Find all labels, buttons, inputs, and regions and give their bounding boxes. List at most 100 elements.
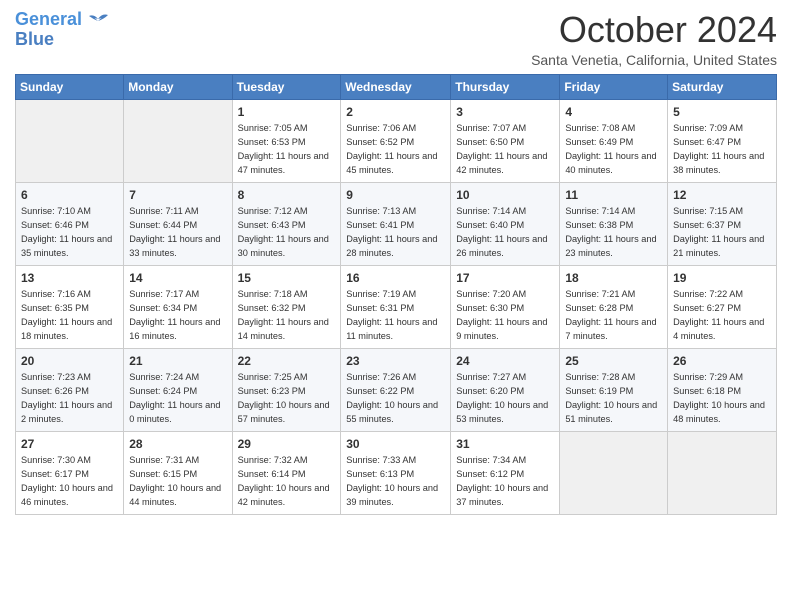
day-info: Sunrise: 7:24 AMSunset: 6:24 PMDaylight:… [129, 371, 226, 426]
day-cell: 15Sunrise: 7:18 AMSunset: 6:32 PMDayligh… [232, 265, 341, 348]
day-number: 11 [565, 187, 662, 204]
day-cell [124, 99, 232, 182]
day-cell: 23Sunrise: 7:26 AMSunset: 6:22 PMDayligh… [341, 348, 451, 431]
day-cell: 3Sunrise: 7:07 AMSunset: 6:50 PMDaylight… [451, 99, 560, 182]
weekday-wednesday: Wednesday [341, 74, 451, 99]
day-info: Sunrise: 7:05 AMSunset: 6:53 PMDaylight:… [238, 122, 336, 177]
day-cell: 6Sunrise: 7:10 AMSunset: 6:46 PMDaylight… [16, 182, 124, 265]
day-number: 6 [21, 187, 118, 204]
day-number: 15 [238, 270, 336, 287]
day-info: Sunrise: 7:34 AMSunset: 6:12 PMDaylight:… [456, 454, 554, 509]
day-cell: 22Sunrise: 7:25 AMSunset: 6:23 PMDayligh… [232, 348, 341, 431]
day-number: 12 [673, 187, 771, 204]
day-info: Sunrise: 7:31 AMSunset: 6:15 PMDaylight:… [129, 454, 226, 509]
day-info: Sunrise: 7:20 AMSunset: 6:30 PMDaylight:… [456, 288, 554, 343]
day-info: Sunrise: 7:21 AMSunset: 6:28 PMDaylight:… [565, 288, 662, 343]
logo-blue: Blue [15, 29, 54, 49]
day-info: Sunrise: 7:08 AMSunset: 6:49 PMDaylight:… [565, 122, 662, 177]
week-row-3: 13Sunrise: 7:16 AMSunset: 6:35 PMDayligh… [16, 265, 777, 348]
day-cell: 11Sunrise: 7:14 AMSunset: 6:38 PMDayligh… [560, 182, 668, 265]
day-number: 4 [565, 104, 662, 121]
weekday-saturday: Saturday [668, 74, 777, 99]
weekday-monday: Monday [124, 74, 232, 99]
day-cell: 19Sunrise: 7:22 AMSunset: 6:27 PMDayligh… [668, 265, 777, 348]
day-cell [668, 431, 777, 514]
day-info: Sunrise: 7:11 AMSunset: 6:44 PMDaylight:… [129, 205, 226, 260]
day-number: 24 [456, 353, 554, 370]
day-number: 28 [129, 436, 226, 453]
day-cell: 14Sunrise: 7:17 AMSunset: 6:34 PMDayligh… [124, 265, 232, 348]
weekday-header-row: SundayMondayTuesdayWednesdayThursdayFrid… [16, 74, 777, 99]
day-info: Sunrise: 7:29 AMSunset: 6:18 PMDaylight:… [673, 371, 771, 426]
day-cell: 17Sunrise: 7:20 AMSunset: 6:30 PMDayligh… [451, 265, 560, 348]
day-number: 7 [129, 187, 226, 204]
day-info: Sunrise: 7:26 AMSunset: 6:22 PMDaylight:… [346, 371, 445, 426]
day-number: 14 [129, 270, 226, 287]
logo-text: General Blue [15, 10, 82, 50]
day-info: Sunrise: 7:14 AMSunset: 6:40 PMDaylight:… [456, 205, 554, 260]
day-number: 26 [673, 353, 771, 370]
day-number: 19 [673, 270, 771, 287]
day-cell: 28Sunrise: 7:31 AMSunset: 6:15 PMDayligh… [124, 431, 232, 514]
day-info: Sunrise: 7:23 AMSunset: 6:26 PMDaylight:… [21, 371, 118, 426]
day-info: Sunrise: 7:25 AMSunset: 6:23 PMDaylight:… [238, 371, 336, 426]
day-number: 25 [565, 353, 662, 370]
day-info: Sunrise: 7:19 AMSunset: 6:31 PMDaylight:… [346, 288, 445, 343]
logo-bird-icon [84, 11, 112, 31]
day-cell: 26Sunrise: 7:29 AMSunset: 6:18 PMDayligh… [668, 348, 777, 431]
day-info: Sunrise: 7:13 AMSunset: 6:41 PMDaylight:… [346, 205, 445, 260]
weekday-friday: Friday [560, 74, 668, 99]
day-info: Sunrise: 7:07 AMSunset: 6:50 PMDaylight:… [456, 122, 554, 177]
day-number: 17 [456, 270, 554, 287]
day-cell: 12Sunrise: 7:15 AMSunset: 6:37 PMDayligh… [668, 182, 777, 265]
day-info: Sunrise: 7:17 AMSunset: 6:34 PMDaylight:… [129, 288, 226, 343]
day-cell: 1Sunrise: 7:05 AMSunset: 6:53 PMDaylight… [232, 99, 341, 182]
day-cell: 2Sunrise: 7:06 AMSunset: 6:52 PMDaylight… [341, 99, 451, 182]
week-row-1: 1Sunrise: 7:05 AMSunset: 6:53 PMDaylight… [16, 99, 777, 182]
day-number: 23 [346, 353, 445, 370]
day-number: 5 [673, 104, 771, 121]
header: General Blue October 2024 Santa Venetia,… [15, 10, 777, 68]
day-info: Sunrise: 7:32 AMSunset: 6:14 PMDaylight:… [238, 454, 336, 509]
day-cell: 25Sunrise: 7:28 AMSunset: 6:19 PMDayligh… [560, 348, 668, 431]
weekday-sunday: Sunday [16, 74, 124, 99]
day-number: 20 [21, 353, 118, 370]
day-cell: 18Sunrise: 7:21 AMSunset: 6:28 PMDayligh… [560, 265, 668, 348]
day-number: 18 [565, 270, 662, 287]
day-number: 10 [456, 187, 554, 204]
day-cell: 10Sunrise: 7:14 AMSunset: 6:40 PMDayligh… [451, 182, 560, 265]
day-info: Sunrise: 7:16 AMSunset: 6:35 PMDaylight:… [21, 288, 118, 343]
day-cell [560, 431, 668, 514]
day-number: 30 [346, 436, 445, 453]
day-number: 8 [238, 187, 336, 204]
day-number: 3 [456, 104, 554, 121]
day-cell: 7Sunrise: 7:11 AMSunset: 6:44 PMDaylight… [124, 182, 232, 265]
day-info: Sunrise: 7:22 AMSunset: 6:27 PMDaylight:… [673, 288, 771, 343]
day-cell: 21Sunrise: 7:24 AMSunset: 6:24 PMDayligh… [124, 348, 232, 431]
calendar-table: SundayMondayTuesdayWednesdayThursdayFrid… [15, 74, 777, 515]
title-block: October 2024 Santa Venetia, California, … [531, 10, 777, 68]
month-title: October 2024 [531, 10, 777, 50]
day-cell: 16Sunrise: 7:19 AMSunset: 6:31 PMDayligh… [341, 265, 451, 348]
day-cell [16, 99, 124, 182]
day-info: Sunrise: 7:09 AMSunset: 6:47 PMDaylight:… [673, 122, 771, 177]
day-number: 21 [129, 353, 226, 370]
day-cell: 29Sunrise: 7:32 AMSunset: 6:14 PMDayligh… [232, 431, 341, 514]
day-info: Sunrise: 7:27 AMSunset: 6:20 PMDaylight:… [456, 371, 554, 426]
day-cell: 13Sunrise: 7:16 AMSunset: 6:35 PMDayligh… [16, 265, 124, 348]
weekday-tuesday: Tuesday [232, 74, 341, 99]
day-cell: 9Sunrise: 7:13 AMSunset: 6:41 PMDaylight… [341, 182, 451, 265]
day-number: 1 [238, 104, 336, 121]
day-info: Sunrise: 7:10 AMSunset: 6:46 PMDaylight:… [21, 205, 118, 260]
day-cell: 5Sunrise: 7:09 AMSunset: 6:47 PMDaylight… [668, 99, 777, 182]
day-info: Sunrise: 7:15 AMSunset: 6:37 PMDaylight:… [673, 205, 771, 260]
page: General Blue October 2024 Santa Venetia,… [0, 0, 792, 612]
week-row-4: 20Sunrise: 7:23 AMSunset: 6:26 PMDayligh… [16, 348, 777, 431]
location: Santa Venetia, California, United States [531, 52, 777, 68]
day-info: Sunrise: 7:28 AMSunset: 6:19 PMDaylight:… [565, 371, 662, 426]
day-info: Sunrise: 7:33 AMSunset: 6:13 PMDaylight:… [346, 454, 445, 509]
day-info: Sunrise: 7:12 AMSunset: 6:43 PMDaylight:… [238, 205, 336, 260]
day-info: Sunrise: 7:06 AMSunset: 6:52 PMDaylight:… [346, 122, 445, 177]
day-number: 9 [346, 187, 445, 204]
day-number: 27 [21, 436, 118, 453]
